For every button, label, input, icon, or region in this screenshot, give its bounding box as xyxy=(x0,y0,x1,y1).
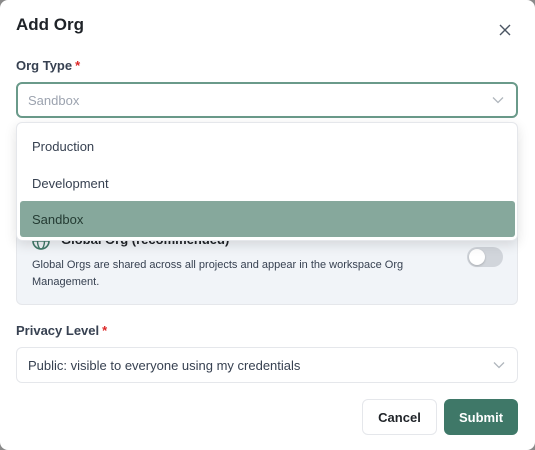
chevron-down-icon xyxy=(492,96,504,104)
option-development[interactable]: Development xyxy=(20,165,515,201)
add-org-dialog: Add Org Org Type* Sandbox Global Org (re… xyxy=(0,0,535,450)
toggle-knob xyxy=(469,249,485,265)
org-type-select[interactable]: Sandbox xyxy=(16,82,518,118)
option-production[interactable]: Production xyxy=(20,128,515,164)
org-type-label: Org Type * xyxy=(16,58,80,73)
cancel-button[interactable]: Cancel xyxy=(362,399,437,435)
privacy-level-select[interactable]: Public: visible to everyone using my cre… xyxy=(16,347,518,383)
option-sandbox[interactable]: Sandbox xyxy=(20,201,515,237)
chevron-down-icon xyxy=(493,361,505,369)
privacy-level-label-text: Privacy Level xyxy=(16,323,100,338)
global-org-toggle[interactable] xyxy=(467,247,503,267)
submit-button[interactable]: Submit xyxy=(444,399,518,435)
required-mark: * xyxy=(75,58,81,73)
dialog-title: Add Org xyxy=(16,15,84,34)
org-type-label-text: Org Type xyxy=(16,58,73,73)
org-type-dropdown-menu: Production Development Sandbox xyxy=(16,122,518,241)
privacy-level-label: Privacy Level * xyxy=(16,323,107,338)
org-type-value: Sandbox xyxy=(28,92,80,108)
close-icon xyxy=(499,24,511,36)
privacy-level-value: Public: visible to everyone using my cre… xyxy=(28,357,301,373)
close-button[interactable] xyxy=(494,19,516,41)
required-mark: * xyxy=(102,323,108,338)
global-org-description: Global Orgs are shared across all projec… xyxy=(32,259,404,288)
